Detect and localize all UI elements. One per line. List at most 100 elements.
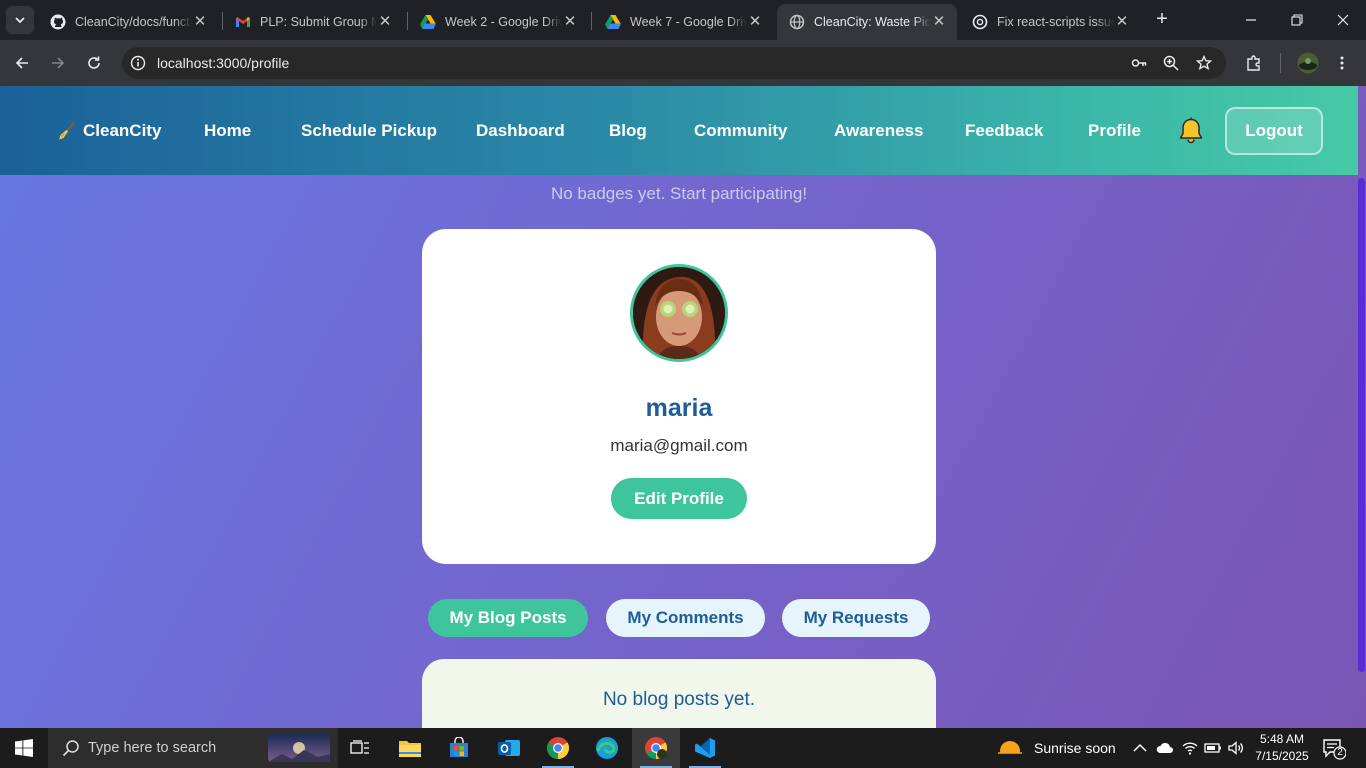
profile-card: maria maria@gmail.com Edit Profile bbox=[422, 229, 936, 564]
back-button[interactable] bbox=[10, 51, 34, 75]
profile-username: maria bbox=[645, 394, 713, 422]
nav-blog[interactable]: Blog bbox=[609, 121, 647, 141]
close-icon[interactable]: ✕ bbox=[747, 14, 763, 30]
nav-feedback[interactable]: Feedback bbox=[965, 121, 1043, 141]
address-bar[interactable]: localhost:3000/profile bbox=[122, 47, 1226, 79]
page-viewport: CleanCity Home Schedule Pickup Dashboard… bbox=[0, 86, 1366, 728]
reload-icon bbox=[88, 56, 100, 69]
taskbar-search-placeholder: Type here to search bbox=[88, 740, 217, 756]
vscode-icon bbox=[695, 738, 715, 758]
nav-profile[interactable]: Profile bbox=[1088, 121, 1141, 141]
battery-button[interactable] bbox=[1204, 740, 1222, 756]
onedrive-button[interactable] bbox=[1156, 740, 1174, 756]
edge-icon bbox=[596, 737, 618, 759]
start-button[interactable] bbox=[0, 728, 48, 768]
logout-button[interactable]: Logout bbox=[1225, 107, 1323, 155]
browser-tab[interactable]: Fix react-scripts issue ✕ bbox=[960, 4, 1140, 40]
browser-tab[interactable]: CleanCity/docs/functi ✕ bbox=[38, 4, 218, 40]
outlook-button[interactable] bbox=[485, 728, 533, 768]
chevron-up-icon bbox=[1133, 743, 1147, 752]
tab-my-requests[interactable]: My Requests bbox=[782, 599, 930, 637]
weather-widget[interactable]: Sunrise soon bbox=[996, 728, 1116, 768]
wifi-button[interactable] bbox=[1181, 740, 1199, 756]
nav-home[interactable]: Home bbox=[204, 121, 251, 141]
tray-overflow-button[interactable] bbox=[1131, 740, 1149, 756]
close-icon[interactable]: ✕ bbox=[377, 14, 393, 30]
edit-profile-button[interactable]: Edit Profile bbox=[611, 478, 747, 519]
page-scrollbar[interactable] bbox=[1356, 86, 1366, 728]
google-drive-icon bbox=[605, 14, 621, 30]
url-text: localhost:3000/profile bbox=[157, 55, 290, 71]
task-view-button[interactable] bbox=[336, 728, 384, 768]
tab-search-button[interactable] bbox=[6, 6, 34, 34]
store-icon bbox=[450, 737, 468, 757]
clock-date: 7/15/2025 bbox=[1255, 749, 1309, 763]
vscode-button[interactable] bbox=[681, 728, 729, 768]
puzzle-icon bbox=[1247, 55, 1260, 71]
system-clock[interactable]: 5:48 AM 7/15/2025 bbox=[1250, 731, 1314, 765]
close-icon bbox=[1337, 14, 1349, 26]
extensions-button[interactable] bbox=[1242, 51, 1266, 75]
profile-button[interactable] bbox=[1296, 51, 1320, 75]
nav-community[interactable]: Community bbox=[694, 121, 788, 141]
search-highlight-image bbox=[268, 734, 330, 762]
close-icon[interactable]: ✕ bbox=[192, 14, 208, 30]
weather-text: Sunrise soon bbox=[1034, 740, 1116, 756]
volume-button[interactable] bbox=[1227, 740, 1245, 756]
edge-button[interactable] bbox=[583, 728, 631, 768]
notification-center-button[interactable]: 2 bbox=[1322, 738, 1347, 760]
browser-tab[interactable]: PLP: Submit Group M ✕ bbox=[223, 4, 403, 40]
toolbar-separator bbox=[1280, 53, 1281, 73]
zoom-icon[interactable] bbox=[1163, 55, 1179, 71]
minimize-button[interactable] bbox=[1228, 0, 1274, 40]
close-icon[interactable]: ✕ bbox=[1114, 14, 1130, 30]
tab-title: CleanCity: Waste Pick bbox=[814, 15, 931, 29]
forward-button[interactable] bbox=[46, 51, 70, 75]
google-drive-icon bbox=[420, 14, 436, 30]
bookmark-star-icon[interactable] bbox=[1196, 55, 1212, 71]
windows-taskbar: Type here to search Sunrise soon 5:48 AM… bbox=[0, 728, 1366, 768]
close-window-button[interactable] bbox=[1320, 0, 1366, 40]
reload-button[interactable] bbox=[82, 51, 106, 75]
browser-menu-button[interactable] bbox=[1330, 51, 1354, 75]
browser-tab-active[interactable]: CleanCity: Waste Pick ✕ bbox=[777, 4, 957, 40]
browser-tab[interactable]: Week 2 - Google Driv ✕ bbox=[408, 4, 588, 40]
profile-email: maria@gmail.com bbox=[610, 436, 748, 455]
chrome-profile-taskbar-button[interactable] bbox=[632, 728, 680, 768]
browser-tab[interactable]: Week 7 - Google Driv ✕ bbox=[593, 4, 773, 40]
bell-icon[interactable] bbox=[1176, 116, 1206, 146]
site-info-icon[interactable] bbox=[130, 55, 146, 71]
battery-icon bbox=[1204, 743, 1221, 753]
tab-title: Fix react-scripts issue bbox=[997, 15, 1114, 29]
cloud-icon bbox=[1156, 742, 1173, 753]
brand-logo[interactable]: CleanCity bbox=[57, 121, 161, 141]
broom-icon bbox=[59, 121, 76, 140]
chevron-down-icon bbox=[15, 17, 25, 24]
badges-empty-message: No badges yet. Start participating! bbox=[550, 184, 808, 203]
speaker-icon bbox=[1228, 741, 1243, 755]
chrome-taskbar-button[interactable] bbox=[534, 728, 582, 768]
browser-toolbar: localhost:3000/profile bbox=[0, 40, 1366, 86]
tab-title: PLP: Submit Group M bbox=[260, 15, 377, 29]
close-icon[interactable]: ✕ bbox=[931, 14, 947, 30]
close-icon[interactable]: ✕ bbox=[562, 14, 578, 30]
password-key-icon[interactable] bbox=[1131, 55, 1147, 71]
notification-count: 2 bbox=[1337, 747, 1343, 758]
restore-button[interactable] bbox=[1274, 0, 1320, 40]
nav-dashboard[interactable]: Dashboard bbox=[476, 121, 565, 141]
taskbar-search[interactable]: Type here to search bbox=[48, 728, 338, 768]
tab-separator bbox=[591, 12, 592, 30]
microsoft-store-button[interactable] bbox=[435, 728, 483, 768]
tab-my-blog-posts[interactable]: My Blog Posts bbox=[428, 599, 588, 637]
arrow-left-icon bbox=[15, 57, 28, 69]
nav-awareness[interactable]: Awareness bbox=[834, 121, 923, 141]
sunrise-icon bbox=[996, 741, 1024, 759]
tab-my-comments[interactable]: My Comments bbox=[606, 599, 765, 637]
file-explorer-button[interactable] bbox=[386, 728, 434, 768]
tab-title: CleanCity/docs/functi bbox=[75, 15, 192, 29]
browser-tab-strip: CleanCity/docs/functi ✕ PLP: Submit Grou… bbox=[0, 0, 1366, 40]
new-tab-button[interactable]: + bbox=[1150, 8, 1174, 32]
scrollbar-thumb[interactable] bbox=[1358, 178, 1365, 672]
nav-schedule-pickup[interactable]: Schedule Pickup bbox=[301, 121, 437, 141]
tab-title: Week 2 - Google Driv bbox=[445, 15, 562, 29]
